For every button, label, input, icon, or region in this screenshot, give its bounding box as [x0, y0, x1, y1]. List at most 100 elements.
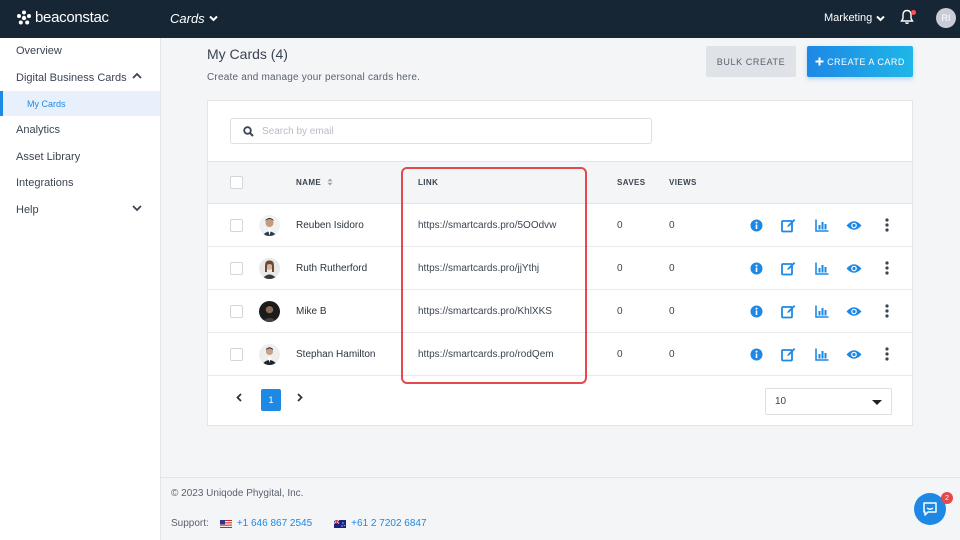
card-saves: 0	[617, 349, 623, 360]
info-button[interactable]	[748, 260, 764, 276]
column-header-views: VIEWS	[669, 178, 697, 187]
edit-icon	[780, 347, 795, 361]
rows-per-page-value: 10	[775, 396, 787, 407]
previous-page-button[interactable]	[236, 393, 242, 405]
analytics-button[interactable]	[814, 346, 830, 362]
preview-button[interactable]	[846, 260, 862, 276]
brand-name: beaconstac	[35, 9, 109, 26]
card-views: 0	[669, 263, 675, 274]
sidebar-item-label: Overview	[16, 45, 62, 57]
edit-button[interactable]	[780, 346, 796, 362]
support-label: Support:	[171, 518, 209, 529]
analytics-button[interactable]	[814, 260, 830, 276]
phone-us-link[interactable]: +1 646 867 2545	[219, 518, 313, 529]
avatar	[259, 258, 280, 279]
edit-button[interactable]	[780, 260, 796, 276]
sidebar-item-my-cards[interactable]: My Cards	[0, 91, 160, 116]
preview-button[interactable]	[846, 303, 862, 319]
kebab-menu-icon	[885, 261, 889, 275]
user-avatar[interactable]: RI	[936, 8, 956, 28]
avatar	[259, 344, 280, 365]
card-views: 0	[669, 306, 675, 317]
column-header-name[interactable]: NAME	[296, 178, 333, 187]
product-switcher[interactable]: Cards	[170, 11, 218, 26]
preview-button[interactable]	[846, 346, 862, 362]
select-all-checkbox[interactable]	[230, 176, 243, 189]
row-checkbox[interactable]	[230, 219, 243, 232]
search-box[interactable]	[230, 118, 652, 144]
chat-icon	[923, 502, 937, 516]
kebab-menu-icon	[885, 218, 889, 232]
sidebar: Overview Digital Business Cards My Cards…	[0, 38, 161, 540]
card-views: 0	[669, 220, 675, 231]
info-button[interactable]	[748, 346, 764, 362]
sidebar-item-overview[interactable]: Overview	[0, 38, 160, 64]
rows-per-page-select[interactable]: 10	[765, 388, 892, 415]
edit-button[interactable]	[780, 303, 796, 319]
next-page-button[interactable]	[297, 393, 303, 405]
card-saves: 0	[617, 306, 623, 317]
card-link[interactable]: https://smartcards.pro/KhlXKS	[418, 306, 552, 317]
org-switcher[interactable]: Marketing	[824, 12, 886, 24]
info-button[interactable]	[748, 303, 764, 319]
kebab-menu-icon	[885, 304, 889, 318]
more-options-button[interactable]	[879, 303, 895, 319]
avatar	[259, 301, 280, 322]
more-options-button[interactable]	[879, 260, 895, 276]
phone-au-link[interactable]: +61 2 7202 6847	[334, 518, 427, 529]
info-button[interactable]	[748, 217, 764, 233]
info-icon	[750, 305, 762, 317]
bar-chart-icon	[815, 348, 829, 361]
card-link[interactable]: https://smartcards.pro/5OOdvw	[418, 220, 556, 231]
more-options-button[interactable]	[879, 217, 895, 233]
row-checkbox[interactable]	[230, 262, 243, 275]
chevron-down-icon	[208, 15, 218, 22]
row-checkbox[interactable]	[230, 348, 243, 361]
search-input[interactable]	[262, 125, 642, 137]
create-card-button[interactable]: CREATE A CARD	[807, 46, 913, 77]
profile-photo	[259, 301, 280, 322]
product-name: Cards	[170, 11, 205, 26]
sidebar-item-help[interactable]: Help	[0, 197, 160, 223]
sidebar-item-label: Analytics	[16, 124, 61, 136]
notification-dot	[911, 10, 916, 15]
table-header: NAME LINK SAVES VIEWS	[208, 161, 912, 204]
card-link[interactable]: https://smartcards.pro/rodQem	[418, 349, 554, 360]
edit-button[interactable]	[780, 217, 796, 233]
analytics-button[interactable]	[814, 303, 830, 319]
sidebar-item-integrations[interactable]: Integrations	[0, 170, 160, 196]
sidebar-item-analytics[interactable]: Analytics	[0, 117, 160, 143]
table-row: Stephan Hamilton https://smartcards.pro/…	[208, 333, 912, 376]
sidebar-item-label: Asset Library	[16, 151, 81, 163]
info-icon	[750, 348, 762, 360]
chevron-down-icon	[132, 205, 142, 212]
brand-logo[interactable]: beaconstac	[16, 9, 109, 26]
card-name: Mike B	[296, 306, 327, 317]
plus-icon	[815, 57, 824, 66]
row-checkbox[interactable]	[230, 305, 243, 318]
sidebar-item-label: Help	[16, 204, 39, 216]
chat-unread-badge: 2	[941, 492, 953, 504]
sidebar-item-digital-business-cards[interactable]: Digital Business Cards	[0, 65, 160, 91]
more-options-button[interactable]	[879, 346, 895, 362]
analytics-button[interactable]	[814, 217, 830, 233]
sidebar-item-asset-library[interactable]: Asset Library	[0, 144, 160, 170]
profile-photo	[259, 344, 280, 365]
create-card-label: CREATE A CARD	[827, 56, 905, 67]
eye-icon	[846, 220, 862, 230]
phone-us: +1 646 867 2545	[236, 518, 313, 529]
card-name: Reuben Isidoro	[296, 220, 364, 231]
page-number-button[interactable]: 1	[261, 389, 281, 411]
caret-down-icon	[872, 400, 882, 405]
notifications-button[interactable]	[900, 9, 916, 28]
footer-divider	[161, 477, 960, 478]
chevron-left-icon	[236, 393, 242, 402]
bulk-create-button[interactable]: BULK CREATE	[706, 46, 796, 77]
card-link[interactable]: https://smartcards.pro/jjYthj	[418, 263, 539, 274]
edit-icon	[780, 304, 795, 318]
bar-chart-icon	[815, 305, 829, 318]
bar-chart-icon	[815, 219, 829, 232]
eye-icon	[846, 263, 862, 273]
preview-button[interactable]	[846, 217, 862, 233]
card-name: Ruth Rutherford	[296, 263, 368, 274]
